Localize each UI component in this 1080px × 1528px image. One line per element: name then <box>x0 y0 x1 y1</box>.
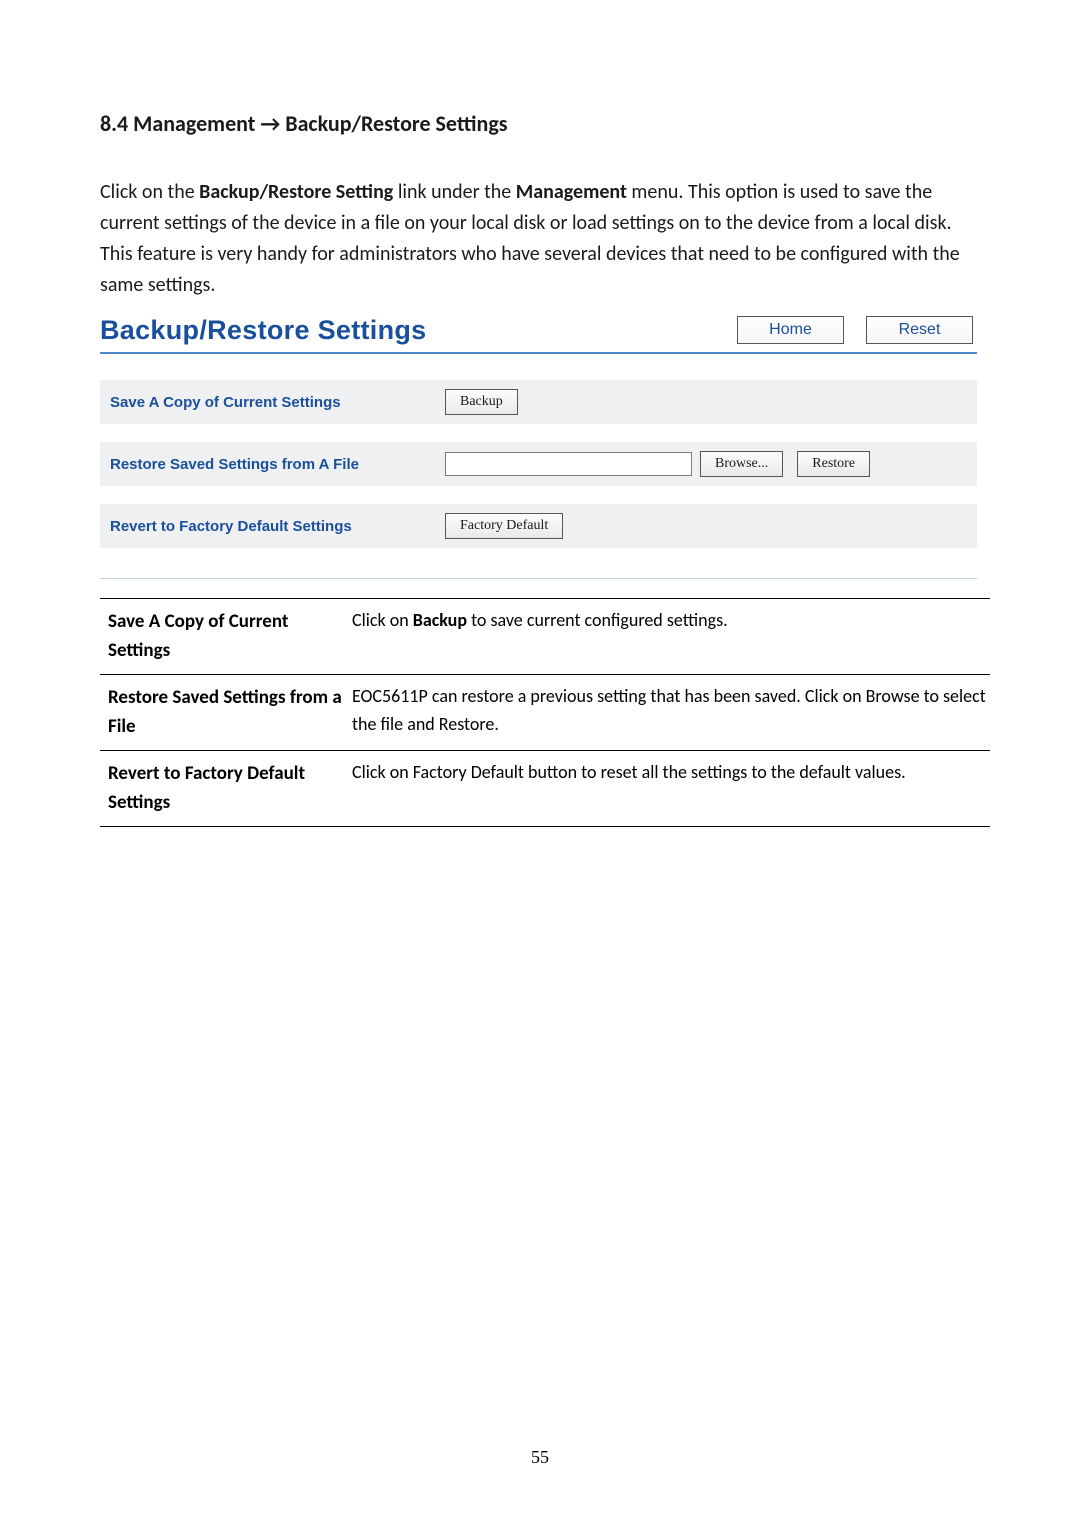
settings-panel: Backup/Restore Settings Home Reset Save … <box>100 315 977 580</box>
term-factory: Revert to Factory Default Settings <box>100 750 352 826</box>
intro-text: link under the <box>393 180 515 204</box>
file-path-input[interactable] <box>445 452 692 476</box>
row-restore-label: Restore Saved Settings from A File <box>110 456 445 473</box>
row-factory-default: Revert to Factory Default Settings Facto… <box>100 504 977 548</box>
factory-default-button[interactable]: Factory Default <box>445 513 563 539</box>
home-button[interactable]: Home <box>737 316 844 344</box>
defn-save-copy: Click on Backup to save current configur… <box>352 599 990 675</box>
defn-restore: EOC5611P can restore a previous setting … <box>352 674 990 750</box>
nav-buttons: Home Reset <box>737 316 977 346</box>
table-row: Revert to Factory Default Settings Click… <box>100 750 990 826</box>
panel-title: Backup/Restore Settings <box>100 315 426 346</box>
panel-header: Backup/Restore Settings Home Reset <box>100 315 977 354</box>
term-save-copy: Save A Copy of Current Settings <box>100 599 352 675</box>
row-save-copy: Save A Copy of Current Settings Backup <box>100 380 977 424</box>
defn-text: to save current configured settings. <box>467 609 728 631</box>
defn-text: Click on <box>352 609 413 631</box>
defn-bold: Backup <box>413 609 467 631</box>
defn-factory: Click on Factory Default button to reset… <box>352 750 990 826</box>
row-restore-file: Restore Saved Settings from A File Brows… <box>100 442 977 486</box>
row-factory-label: Revert to Factory Default Settings <box>110 518 445 535</box>
intro-bold-2: Management <box>516 180 627 204</box>
section-heading: 8.4 Management → Backup/Restore Settings <box>100 110 985 137</box>
intro-text: Click on the <box>100 180 199 204</box>
table-row: Save A Copy of Current Settings Click on… <box>100 599 990 675</box>
restore-button[interactable]: Restore <box>797 451 870 477</box>
panel-divider <box>100 578 977 580</box>
browse-button[interactable]: Browse... <box>700 451 783 477</box>
table-row: Restore Saved Settings from a File EOC56… <box>100 674 990 750</box>
term-restore: Restore Saved Settings from a File <box>100 674 352 750</box>
reset-button[interactable]: Reset <box>866 316 973 344</box>
row-save-label: Save A Copy of Current Settings <box>110 394 445 411</box>
page-number: 55 <box>0 1447 1080 1468</box>
description-table: Save A Copy of Current Settings Click on… <box>100 598 990 827</box>
intro-paragraph: Click on the Backup/Restore Setting link… <box>100 177 985 301</box>
intro-bold-1: Backup/Restore Setting <box>199 180 393 204</box>
backup-button[interactable]: Backup <box>445 389 518 415</box>
